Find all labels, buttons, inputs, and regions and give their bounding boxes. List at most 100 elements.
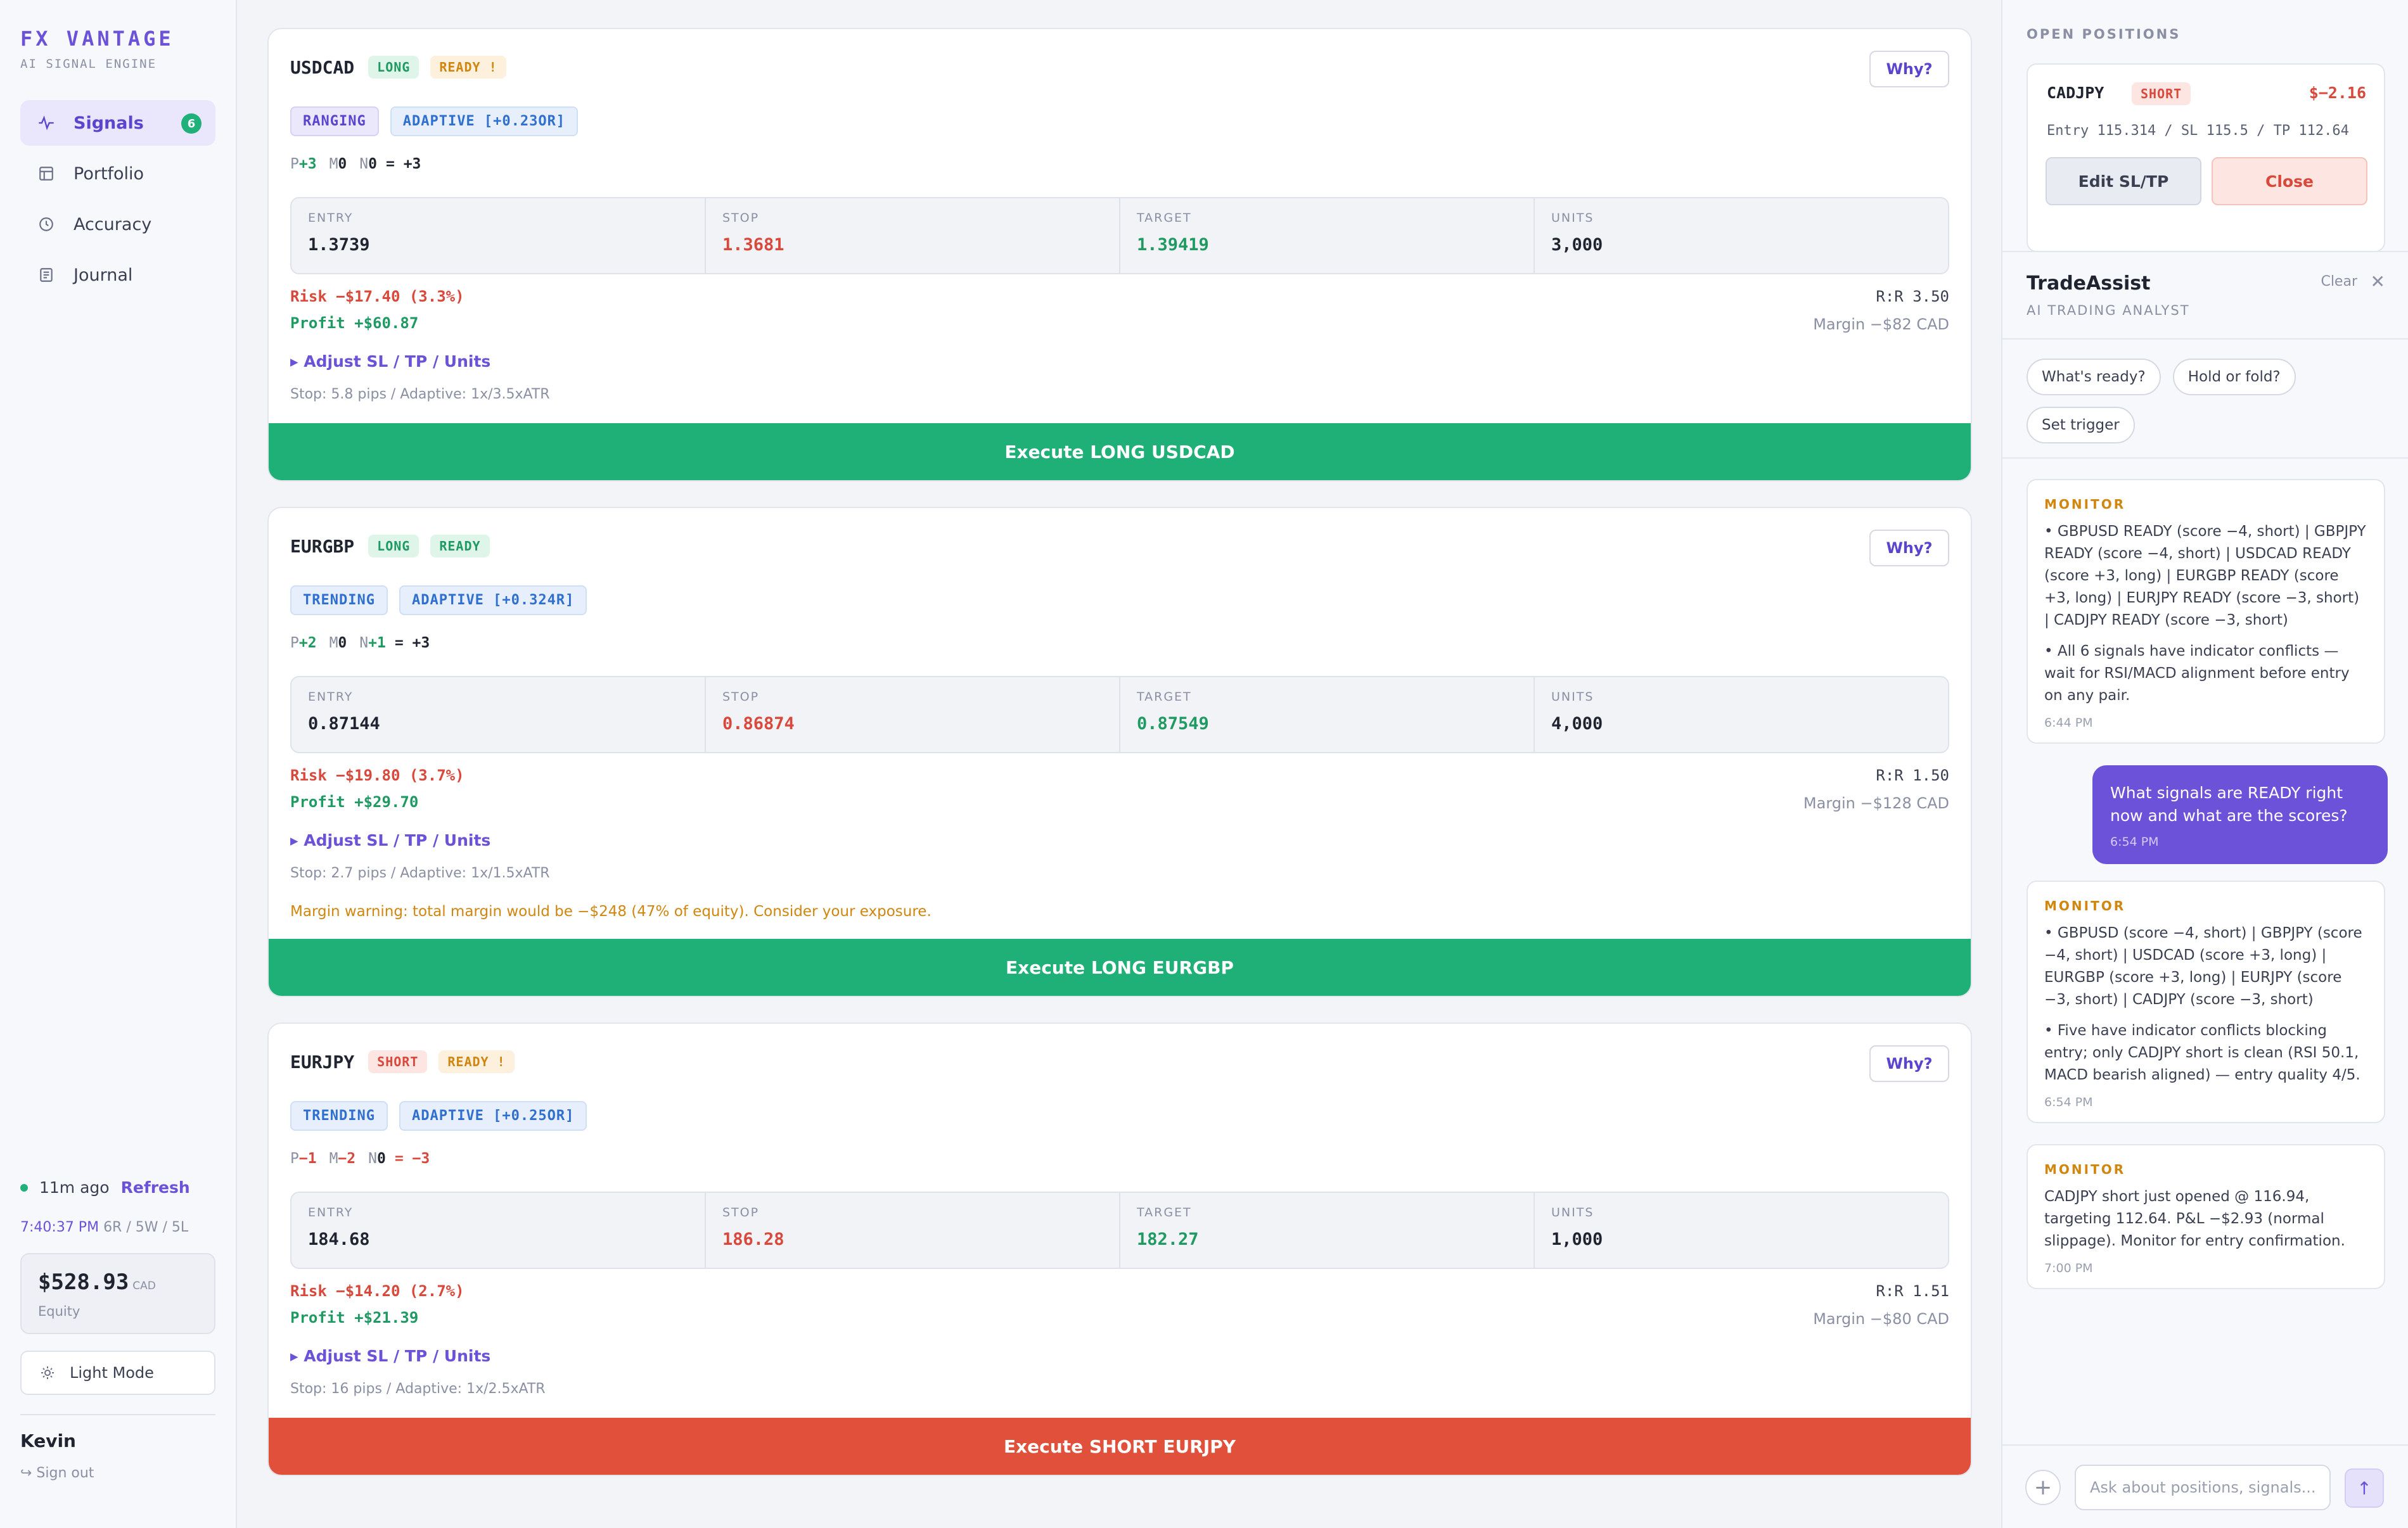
entry-label: ENTRY (308, 690, 354, 704)
nav-item-journal[interactable]: Journal (20, 252, 215, 298)
total-score: = −3 (394, 1150, 430, 1167)
stop-value: 0.86874 (722, 714, 795, 734)
open-positions-title: OPEN POSITIONS (2027, 27, 2181, 42)
divider (20, 1414, 215, 1415)
edit-sl-tp-button[interactable]: Edit SL/TP (2046, 157, 2201, 205)
target-value: 0.87549 (1137, 714, 1209, 734)
units-value: 1,000 (1551, 1230, 1603, 1249)
refresh-button[interactable]: Refresh (121, 1178, 190, 1197)
clock-row: 7:40:37 PM 6R / 5W / 5L (20, 1219, 215, 1235)
target-label: TARGET (1137, 211, 1192, 225)
message-time: 6:54 PM (2110, 835, 2159, 849)
send-button[interactable]: ↑ (2345, 1468, 2384, 1508)
light-mode-button[interactable]: Light Mode (20, 1351, 215, 1395)
sun-icon (38, 1363, 57, 1382)
risk-reward: R:R 3.50 (1876, 288, 1949, 305)
adaptive-tag: ADAPTIVE [+0.25OR] (399, 1101, 587, 1131)
units-value: 4,000 (1551, 714, 1603, 734)
n-score: 0 (376, 1150, 386, 1167)
target-label: TARGET (1137, 690, 1192, 704)
adaptive-tag: ADAPTIVE [+0.23OR] (390, 106, 579, 136)
assistant-message: MONITOR • GBPUSD READY (score −4, short)… (2027, 479, 2385, 744)
position-card-cadjpy: CADJPY SHORT $−2.16 Entry 115.314 / SL 1… (2027, 63, 2385, 252)
risk-reward: R:R 1.50 (1876, 767, 1949, 784)
stop-info: Stop: 5.8 pips / Adaptive: 1x/3.5xATR (290, 386, 550, 402)
why-button[interactable]: Why? (1869, 530, 1949, 566)
units-cell: UNITS 3,000 (1535, 198, 1948, 273)
close-icon[interactable]: ✕ (2371, 271, 2385, 292)
adjust-toggle[interactable]: ▸ Adjust SL / TP / Units (290, 1347, 490, 1365)
equity-currency: CAD (132, 1280, 156, 1292)
stop-info: Stop: 2.7 pips / Adaptive: 1x/1.5xATR (290, 865, 550, 881)
m-score: 0 (338, 635, 347, 651)
nav-item-portfolio[interactable]: Portfolio (20, 151, 215, 196)
signals-feed: USDCAD LONG READY ! Why? RANGING ADAPTIV… (237, 0, 2002, 1528)
adaptive-tag: ADAPTIVE [+0.324R] (399, 585, 587, 615)
why-button[interactable]: Why? (1869, 1045, 1949, 1082)
execute-button[interactable]: Execute LONG USDCAD (269, 423, 1971, 480)
live-status-dot (20, 1183, 28, 1192)
execute-button[interactable]: Execute SHORT EURJPY (269, 1418, 1971, 1475)
clock-icon (37, 215, 56, 234)
signal-tags: TRENDING ADAPTIVE [+0.25OR] (290, 1101, 598, 1131)
nav-label: Signals (74, 113, 144, 133)
sidebar-footer: 11m ago Refresh 7:40:37 PM 6R / 5W / 5L … (20, 1178, 215, 1481)
execute-button[interactable]: Execute LONG EURGBP (269, 939, 1971, 996)
right-panel: OPEN POSITIONS CADJPY SHORT $−2.16 Entry… (2001, 0, 2408, 1528)
message-text: • All 6 signals have indicator conflicts… (2044, 643, 2350, 704)
chat-input[interactable] (2075, 1465, 2331, 1510)
chip-hold-or-fold[interactable]: Hold or fold? (2172, 359, 2296, 395)
direction-badge: LONG (368, 56, 419, 79)
sign-out-link[interactable]: ↪ Sign out (20, 1465, 215, 1481)
message-text: What signals are READY right now and wha… (2110, 784, 2348, 825)
add-attachment-button[interactable]: + (2025, 1470, 2061, 1505)
total-score: = +3 (394, 635, 430, 651)
clear-chat-button[interactable]: Clear (2321, 274, 2357, 290)
target-cell: TARGET 0.87549 (1120, 677, 1535, 752)
risk-reward: R:R 1.51 (1876, 1282, 1949, 1300)
p-score: +2 (298, 635, 317, 651)
units-cell: UNITS 1,000 (1535, 1193, 1948, 1268)
stop-label: STOP (722, 690, 760, 704)
units-label: UNITS (1551, 690, 1594, 704)
chip-whats-ready[interactable]: What's ready? (2027, 359, 2161, 395)
signal-header: EURGBP LONG READY (290, 535, 501, 557)
brand-name: FX VANTAGE (20, 27, 174, 51)
adjust-toggle[interactable]: ▸ Adjust SL / TP / Units (290, 352, 490, 371)
nav-item-accuracy[interactable]: Accuracy (20, 201, 215, 247)
nav-item-signals[interactable]: Signals 6 (20, 100, 215, 146)
p-score: −1 (298, 1150, 317, 1167)
main-nav: Signals 6 Portfolio Accuracy Journal (20, 100, 215, 298)
units-value: 3,000 (1551, 235, 1603, 255)
stop-value: 186.28 (722, 1230, 785, 1249)
score-breakdown: P−1 M−2 N0 = −3 (290, 1150, 430, 1167)
close-position-button[interactable]: Close (2212, 157, 2367, 205)
status-badge: READY (430, 535, 490, 557)
status-badge: READY ! (430, 56, 506, 79)
status-badge: READY ! (439, 1050, 515, 1073)
message-label: MONITOR (2044, 1162, 2126, 1177)
entry-value: 0.87144 (308, 714, 380, 734)
signal-header: EURJPY SHORT READY ! (290, 1050, 526, 1073)
entry-value: 1.3739 (308, 235, 370, 255)
margin-warning: Margin warning: total margin would be −$… (290, 903, 932, 920)
assistant-message: MONITOR • GBPUSD (score −4, short) | GBP… (2027, 881, 2385, 1123)
units-label: UNITS (1551, 211, 1594, 225)
divider (2002, 457, 2408, 459)
chip-set-trigger[interactable]: Set trigger (2027, 407, 2135, 443)
nav-label: Portfolio (74, 163, 144, 184)
regime-tag: TRENDING (290, 1101, 388, 1131)
stop-cell: STOP 1.3681 (706, 198, 1120, 273)
adjust-toggle[interactable]: ▸ Adjust SL / TP / Units (290, 831, 490, 850)
message-text: • GBPUSD (score −4, short) | GBPJPY (sco… (2044, 925, 2362, 1008)
stop-label: STOP (722, 211, 760, 225)
risk-text: Risk −$19.80 (3.7%) (290, 767, 464, 784)
n-label: N (368, 1150, 377, 1167)
assistant-message: MONITOR CADJPY short just opened @ 116.9… (2027, 1144, 2385, 1289)
why-button[interactable]: Why? (1869, 51, 1949, 87)
entry-label: ENTRY (308, 1206, 354, 1219)
signal-pair: EURJPY (290, 1051, 355, 1073)
margin-text: Margin −$82 CAD (1813, 315, 1949, 333)
stop-cell: STOP 0.86874 (706, 677, 1120, 752)
signal-card-eurjpy: EURJPY SHORT READY ! Why? TRENDING ADAPT… (267, 1022, 1972, 1476)
